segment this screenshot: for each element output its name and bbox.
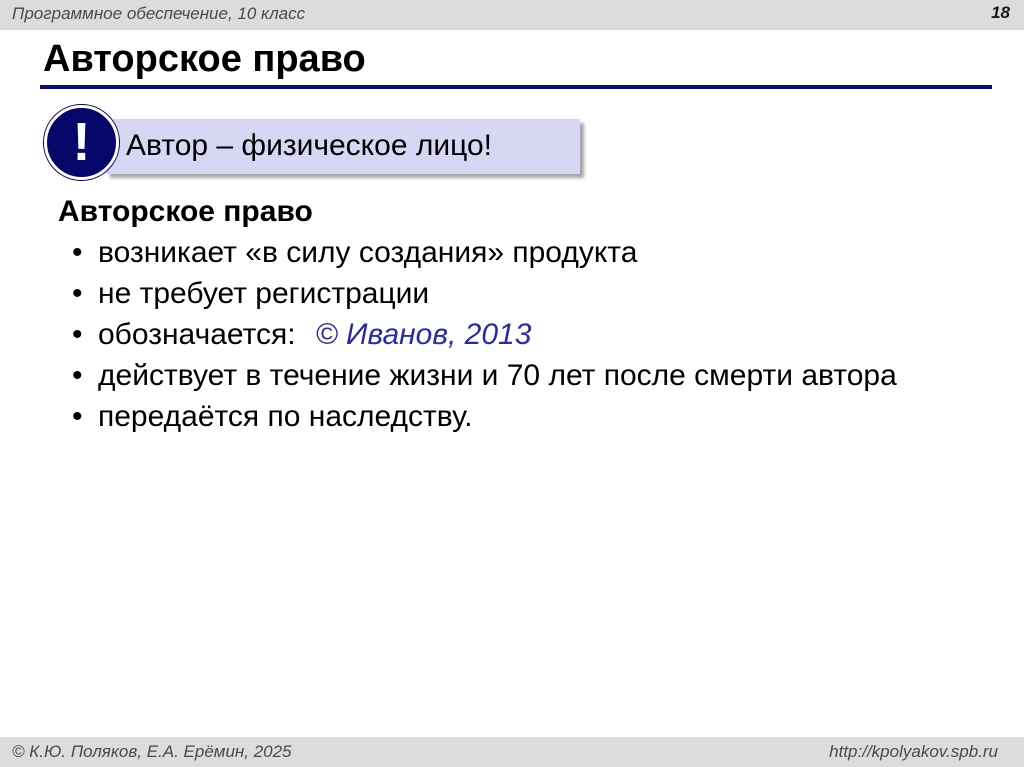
list-item: • не требует регистрации	[72, 273, 952, 314]
footer-url[interactable]: http://kpolyakov.spb.ru	[829, 742, 998, 762]
body-heading: Авторское право	[58, 195, 313, 228]
bullet-dot: •	[72, 400, 83, 433]
header-bar: Программное обеспечение, 10 класс 18	[0, 0, 1024, 30]
slide: Программное обеспечение, 10 класс 18 Авт…	[0, 0, 1024, 767]
list-item: • действует в течение жизни и 70 лет пос…	[72, 355, 902, 396]
callout-text: Автор – физическое лицо!	[126, 129, 492, 162]
bullet-dot: •	[72, 318, 83, 351]
footer-bar: © К.Ю. Поляков, Е.А. Ерёмин, 2025 http:/…	[0, 737, 1024, 767]
slide-number: 18	[991, 3, 1010, 22]
list-item: • обозначается: © Иванов, 2013	[72, 314, 952, 355]
copyright-sample: © Иванов, 2013	[315, 318, 532, 351]
list-item-text: передаётся по наследству.	[98, 400, 473, 433]
list-item-text: обозначается:	[98, 318, 296, 351]
callout-box: Автор – физическое лицо!	[106, 119, 580, 174]
bullet-list: • возникает «в силу создания» продукта •…	[72, 232, 952, 437]
bullet-dot: •	[72, 359, 83, 392]
footer-authors: © К.Ю. Поляков, Е.А. Ерёмин, 2025	[12, 742, 292, 761]
list-item-text: не требует регистрации	[98, 277, 430, 310]
list-item: • возникает «в силу создания» продукта	[72, 232, 952, 273]
exclamation-glyph: !	[72, 111, 91, 172]
list-item-text: возникает «в силу создания» продукта	[98, 236, 638, 269]
list-item: • передаётся по наследству.	[72, 396, 952, 437]
slide-title: Авторское право	[43, 38, 366, 80]
title-rule	[40, 85, 992, 89]
bullet-dot: •	[72, 277, 83, 310]
list-item-text: действует в течение жизни и 70 лет после…	[98, 359, 897, 392]
exclamation-icon: !	[44, 105, 119, 180]
course-title: Программное обеспечение, 10 класс	[12, 4, 306, 23]
bullet-dot: •	[72, 236, 83, 269]
